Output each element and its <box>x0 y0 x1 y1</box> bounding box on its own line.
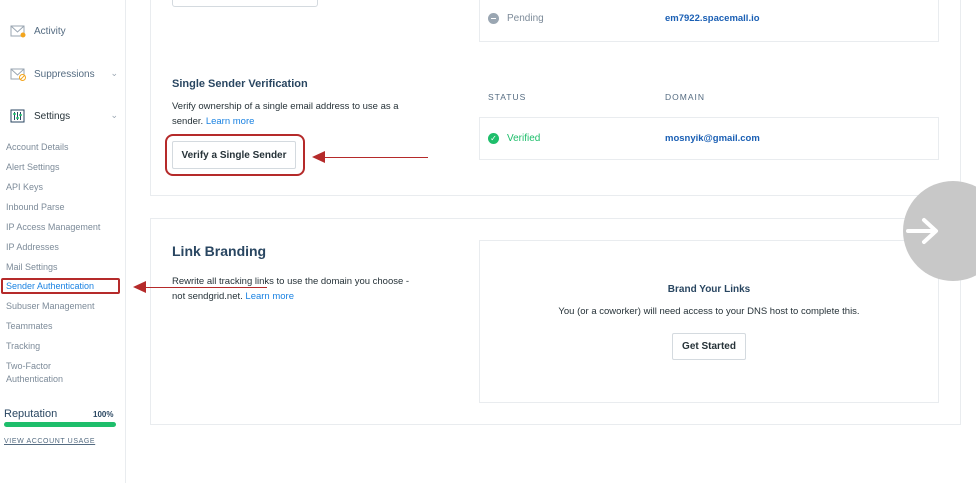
sidebar-link-alert-settings[interactable]: Alert Settings <box>6 162 118 173</box>
sidebar-link-subuser-management[interactable]: Subuser Management <box>6 301 118 312</box>
sidebar-item-suppressions[interactable]: Suppressions ⌄ <box>10 67 120 81</box>
verified-label: Verified <box>507 133 541 144</box>
link-branding-desc-line2: not sendgrid.net. <box>172 291 243 302</box>
sidebar-item-activity[interactable]: Activity <box>10 24 120 38</box>
pending-domain: em7922.spacemall.io <box>665 13 760 24</box>
check-icon: ✓ <box>488 133 499 144</box>
activity-icon <box>10 25 26 38</box>
verified-status: ✓ Verified <box>488 133 541 144</box>
pending-icon <box>488 13 499 24</box>
brand-links-title: Brand Your Links <box>667 284 751 295</box>
settings-icon <box>10 109 25 123</box>
annotation-arrow-line <box>324 157 428 158</box>
pending-label: Pending <box>507 13 544 24</box>
column-header-domain: DOMAIN <box>665 92 705 102</box>
reputation-value: 100% <box>93 410 114 419</box>
single-sender-title: Single Sender Verification <box>172 78 308 90</box>
get-started-button[interactable]: Get Started <box>672 333 746 360</box>
reputation-bar <box>4 422 116 427</box>
reputation-label: Reputation <box>4 408 58 420</box>
domain-status-row: Pending em7922.spacemall.io <box>479 0 939 42</box>
arrow-right-icon <box>906 218 938 244</box>
sidebar-link-api-keys[interactable]: API Keys <box>6 182 118 193</box>
brand-links-panel <box>479 240 939 403</box>
column-header-status: STATUS <box>488 92 527 102</box>
link-branding-learn-more-link[interactable]: Learn more <box>245 291 294 302</box>
single-sender-desc: Verify ownership of a single email addre… <box>172 99 432 129</box>
sidebar-item-label: Activity <box>34 25 66 37</box>
pending-status: Pending <box>488 13 544 24</box>
sidebar-link-inbound-parse[interactable]: Inbound Parse <box>6 202 118 213</box>
suppressions-icon <box>10 68 26 81</box>
sidebar-link-account-details[interactable]: Account Details <box>6 142 118 153</box>
annotation-arrow-icon <box>133 281 146 293</box>
single-sender-learn-more-link[interactable]: Learn more <box>206 116 255 127</box>
sender-email: mosnyik@gmail.com <box>665 133 760 144</box>
sidebar-item-label: Settings <box>34 110 71 122</box>
sidebar-item-label: Suppressions <box>34 68 95 80</box>
sidebar-link-two-factor[interactable]: Two-Factor <box>6 361 118 372</box>
link-branding-desc-line1: Rewrite all tracking links to use the do… <box>172 276 410 287</box>
chevron-down-icon[interactable]: ⌄ <box>110 110 118 121</box>
domain-field-stub <box>172 0 318 7</box>
annotation-highlight-box <box>1 278 120 294</box>
sidebar-link-mail-settings[interactable]: Mail Settings <box>6 262 118 273</box>
sidebar-link-two-factor-authentication[interactable]: Authentication <box>6 374 118 385</box>
sidebar: Activity Suppressions ⌄ Settings ⌄ Accou… <box>0 0 126 483</box>
sidebar-item-settings[interactable]: Settings ⌄ <box>10 109 120 123</box>
view-account-usage-link[interactable]: VIEW ACCOUNT USAGE <box>4 438 95 445</box>
annotation-arrow-icon <box>312 151 325 163</box>
brand-links-desc: You (or a coworker) will need access to … <box>558 306 860 317</box>
link-branding-title: Link Branding <box>172 243 267 259</box>
sidebar-link-tracking[interactable]: Tracking <box>6 341 118 352</box>
sidebar-link-ip-access-management[interactable]: IP Access Management <box>6 222 118 233</box>
single-sender-row: ✓ Verified mosnyik@gmail.com <box>479 117 939 160</box>
sidebar-link-teammates[interactable]: Teammates <box>6 321 118 332</box>
link-branding-desc: Rewrite all tracking links to use the do… <box>172 274 442 304</box>
verify-single-sender-button[interactable]: Verify a Single Sender <box>172 141 296 169</box>
sidebar-link-ip-addresses[interactable]: IP Addresses <box>6 242 118 253</box>
chevron-down-icon[interactable]: ⌄ <box>110 68 118 79</box>
annotation-arrow-line <box>145 287 267 288</box>
